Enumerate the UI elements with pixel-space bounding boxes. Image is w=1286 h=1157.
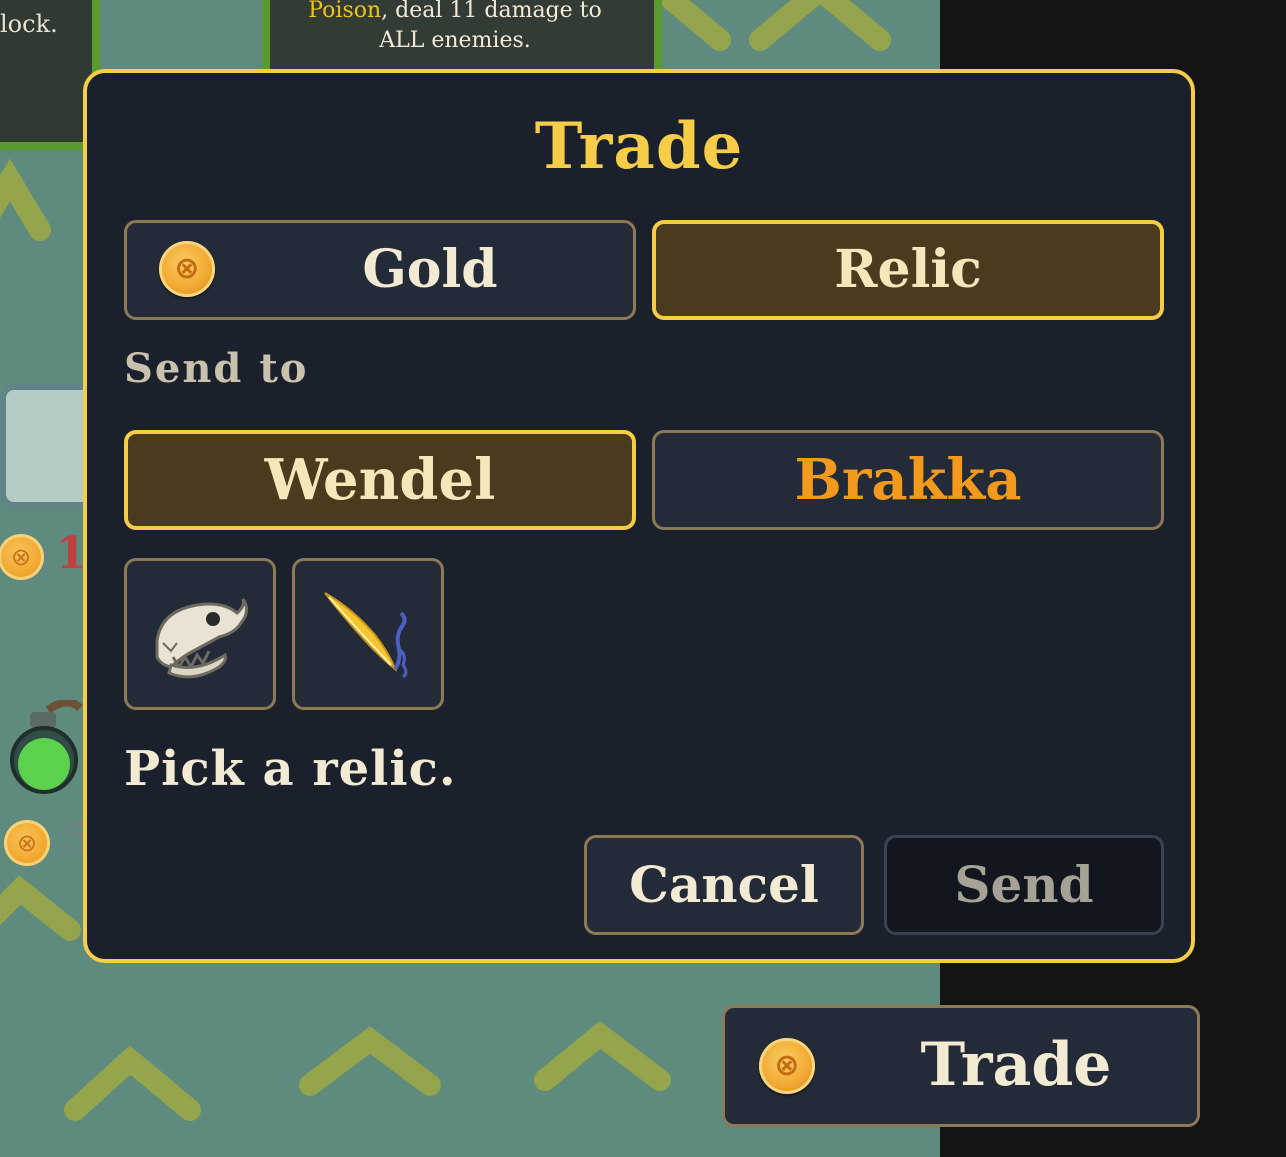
tab-gold[interactable]: ⊗ Gold	[124, 220, 636, 320]
gold-coin-icon: ⊗	[759, 1038, 815, 1094]
golden-feather-icon	[324, 592, 408, 679]
background-coin-icon: ⊗	[0, 534, 44, 580]
trade-button[interactable]: ⊗ Trade	[722, 1005, 1200, 1127]
tab-gold-label: Gold	[362, 239, 498, 300]
poison-keyword: Poison	[308, 0, 382, 23]
pick-relic-prompt: Pick a relic.	[124, 741, 457, 797]
gold-coin-icon: ⊗	[159, 241, 215, 297]
card-text-line-2: ALL enemies.	[379, 28, 531, 53]
background-potion-icon	[10, 700, 83, 794]
relic-slot-feather[interactable]	[292, 558, 444, 710]
trade-dialog: Trade ⊗ Gold Relic Send to Wendel Brakka…	[83, 69, 1195, 963]
trade-button-label: Trade	[920, 1030, 1112, 1100]
background-coin-icon-2: ⊗	[4, 820, 50, 866]
beast-skull-icon	[155, 598, 248, 679]
recipient-wendel-button[interactable]: Wendel	[124, 430, 636, 530]
relic-slot-skull[interactable]	[124, 558, 276, 710]
background-card-top-text: Poison, deal 11 damage to ALL enemies.	[270, 0, 640, 56]
dialog-title: Trade	[534, 109, 744, 184]
tab-relic[interactable]: Relic	[652, 220, 1164, 320]
background-card-left-text: lock.	[0, 10, 58, 38]
card-text-line-1: , deal 11 damage to	[381, 0, 602, 23]
recipient-brakka-button[interactable]: Brakka	[652, 430, 1164, 530]
send-to-label: Send to	[124, 345, 309, 392]
send-button[interactable]: Send	[884, 835, 1164, 935]
cancel-button[interactable]: Cancel	[584, 835, 864, 935]
